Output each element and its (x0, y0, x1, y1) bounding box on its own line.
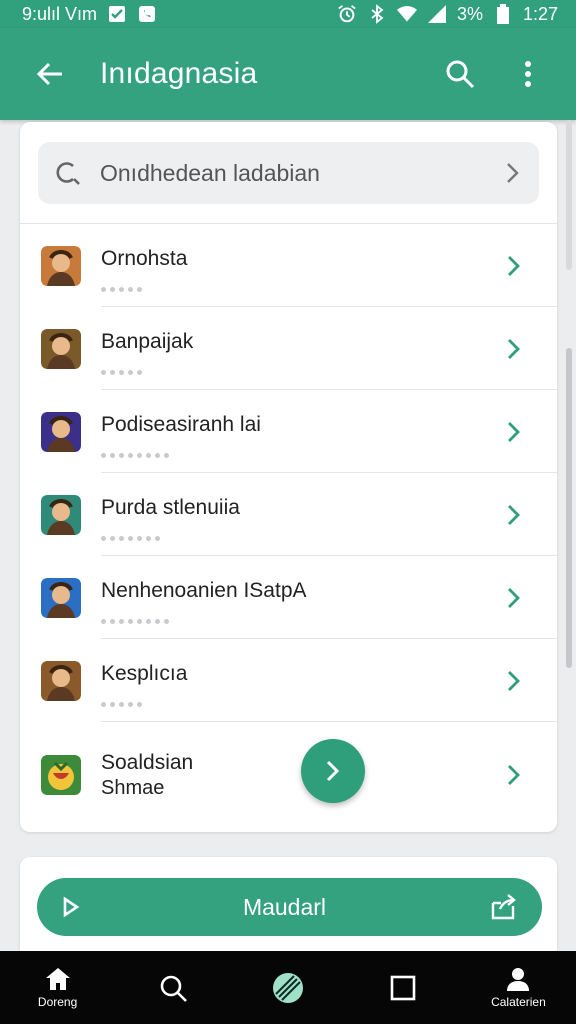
more-vert-icon (525, 61, 531, 87)
list-item[interactable]: Soaldsian Shmae (20, 722, 557, 828)
list-item[interactable]: Nenhenoanien ISatpA (20, 556, 557, 639)
clock: 1:27 (522, 3, 558, 24)
chevron-right-icon (499, 666, 529, 696)
floating-action-button[interactable] (301, 739, 365, 803)
list-item-label: Podiseasiranh lai (101, 412, 261, 436)
nav-tabs[interactable] (346, 951, 461, 1024)
knight-avatar-icon (41, 660, 81, 701)
hunter-avatar-icon (41, 494, 81, 535)
signal-icon (427, 5, 447, 23)
chevron-right-icon (499, 417, 529, 447)
alarm-icon (337, 5, 357, 23)
scroll-track (566, 120, 572, 270)
warrior-avatar-icon (41, 245, 81, 286)
phone-notification-icon (137, 5, 157, 23)
scrollbar-thumb[interactable] (566, 348, 572, 668)
chevron-right-icon (507, 163, 519, 183)
search-icon (56, 162, 80, 185)
play-icon (63, 896, 80, 918)
list-item-label: Soaldsian (101, 750, 194, 774)
bluetooth-icon (367, 4, 387, 24)
nav-home[interactable]: Doreng (0, 951, 115, 1024)
compass-icon (273, 972, 303, 1003)
list-item-label: Kesplıcıa (101, 661, 188, 685)
carrier-text: 9:ulıl Vım (22, 3, 98, 24)
status-bar: 9:ulıl Vım 3% 1:27 (0, 0, 576, 28)
list-item[interactable]: Podiseasiranh lai (20, 390, 557, 473)
nav-explore[interactable] (230, 951, 345, 1024)
checkbox-icon (107, 5, 127, 23)
chevron-right-icon (499, 251, 529, 281)
nav-profile[interactable]: Calaterien (461, 951, 576, 1024)
rating-dots (101, 279, 499, 292)
rating-dots (101, 362, 499, 375)
chevron-right-icon (499, 760, 529, 790)
app-bar: Inıdagnasia (0, 28, 576, 120)
primary-action-label: Maudarl (242, 893, 327, 920)
rating-dots (101, 528, 499, 541)
more-options-button[interactable] (504, 50, 552, 98)
rating-dots (101, 445, 499, 458)
battery-percent: 3% (456, 3, 483, 24)
list-item-label: Ornohsta (101, 246, 188, 270)
chevron-right-icon (326, 760, 340, 782)
page-title: Inıdagnasia (100, 57, 258, 90)
share-icon (491, 894, 516, 920)
list-item-label: Banpaijak (101, 329, 194, 353)
search-icon (446, 60, 475, 89)
square-icon (390, 975, 416, 1000)
search-button[interactable] (436, 50, 484, 98)
rating-dots (101, 611, 499, 624)
list-card: Onıdhedean ladabian Ornohsta Banpaijak Pod… (20, 122, 557, 832)
list-item-label: Purda stlenuiia (101, 495, 240, 519)
bottom-nav: Doreng Calaterien (0, 951, 576, 1024)
viking-avatar-icon (41, 328, 81, 369)
fruit-avatar-icon (41, 755, 81, 795)
list-item[interactable]: Ornohsta (20, 224, 557, 307)
list-item-sublabel: Shmae (101, 776, 165, 799)
person-icon (507, 967, 530, 991)
back-button[interactable] (22, 46, 78, 102)
back-arrow-icon (36, 62, 62, 86)
search-field[interactable]: Onıdhedean ladabian (38, 142, 539, 204)
rating-dots (101, 694, 499, 707)
nav-label: Calaterien (491, 994, 546, 1009)
search-row: Onıdhedean ladabian (20, 122, 557, 224)
chevron-right-icon (499, 334, 529, 364)
rocket-avatar-icon (41, 577, 81, 618)
list-item-label: Nenhenoanien ISatpA (101, 578, 307, 602)
list-item[interactable]: Banpaijak (20, 307, 557, 390)
primary-action-button[interactable]: Maudarl (37, 878, 542, 936)
chevron-right-icon (499, 500, 529, 530)
orb-avatar-icon (41, 411, 81, 452)
nav-search[interactable] (115, 951, 230, 1024)
search-icon (160, 975, 187, 1002)
list-item[interactable]: Purda stlenuiia (20, 473, 557, 556)
search-placeholder: Onıdhedean ladabian (100, 159, 320, 186)
list-item[interactable]: Kesplıcıa (20, 639, 557, 722)
nav-label: Doreng (37, 994, 78, 1009)
home-icon (45, 967, 70, 990)
chevron-right-icon (499, 583, 529, 613)
wifi-icon (396, 5, 417, 23)
battery-icon (493, 4, 513, 24)
